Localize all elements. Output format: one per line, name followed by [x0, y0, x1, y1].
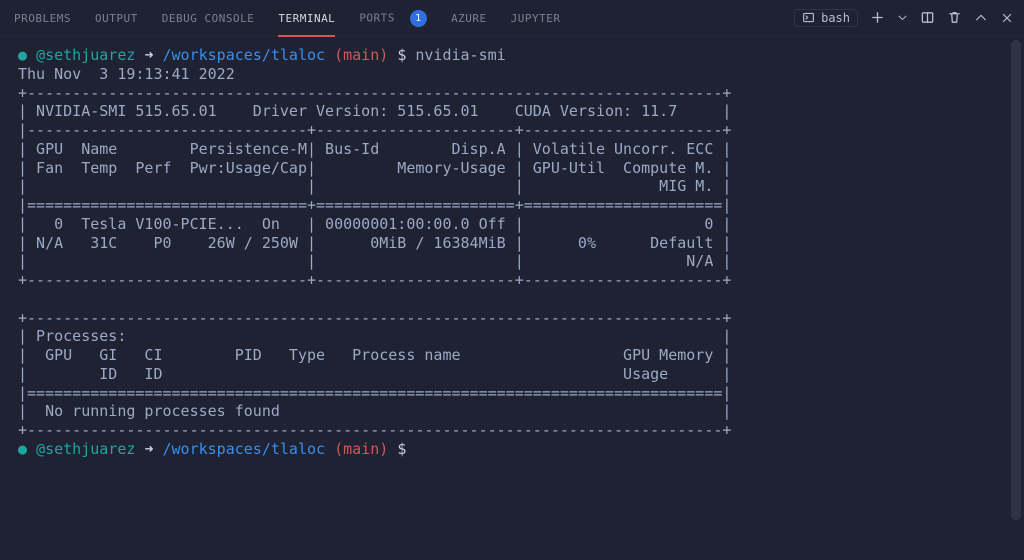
prompt-user: @sethjuarez — [36, 46, 135, 64]
panel-tabs: PROBLEMS OUTPUT DEBUG CONSOLE TERMINAL P… — [14, 2, 561, 34]
panel-header: PROBLEMS OUTPUT DEBUG CONSOLE TERMINAL P… — [0, 0, 1024, 36]
prompt-sigil: $ — [397, 46, 406, 64]
prompt-arrow: ➜ — [144, 440, 153, 458]
tab-jupyter[interactable]: JUPYTER — [511, 4, 561, 32]
prompt-branch-close: ) — [379, 46, 388, 64]
scrollbar[interactable] — [1011, 40, 1021, 520]
tab-azure[interactable]: AZURE — [451, 4, 487, 32]
command-output: Thu Nov 3 19:13:41 2022 +---------------… — [18, 65, 1006, 440]
trash-icon — [947, 10, 962, 25]
prompt-branch: main — [343, 46, 379, 64]
new-terminal-button[interactable] — [870, 10, 885, 25]
prompt-branch-close: ) — [379, 440, 388, 458]
plus-icon — [870, 10, 885, 25]
terminal-icon — [802, 11, 815, 24]
tab-problems[interactable]: PROBLEMS — [14, 4, 71, 32]
prompt-branch: main — [343, 440, 379, 458]
split-icon — [920, 10, 935, 25]
tab-terminal[interactable]: TERMINAL — [278, 4, 335, 32]
prompt-sigil: $ — [397, 440, 406, 458]
prompt-path: /workspaces/tlaloc — [163, 440, 326, 458]
prompt-branch-open: ( — [334, 440, 343, 458]
tab-ports[interactable]: PORTS 1 — [359, 2, 427, 34]
close-icon — [1000, 11, 1014, 25]
shell-selector[interactable]: bash — [794, 9, 858, 27]
prompt-line-2: ● @sethjuarez ➜ /workspaces/tlaloc (main… — [18, 440, 1006, 459]
status-dot: ● — [18, 46, 27, 64]
prompt-arrow: ➜ — [144, 46, 153, 64]
split-terminal-button[interactable] — [920, 10, 935, 25]
prompt-command: nvidia-smi — [415, 46, 505, 64]
prompt-path: /workspaces/tlaloc — [163, 46, 326, 64]
ports-badge: 1 — [410, 10, 427, 27]
shell-name: bash — [821, 11, 850, 25]
prompt-branch-open: ( — [334, 46, 343, 64]
status-dot: ● — [18, 440, 27, 458]
tab-debug-console[interactable]: DEBUG CONSOLE — [162, 4, 255, 32]
terminal-body[interactable]: ● @sethjuarez ➜ /workspaces/tlaloc (main… — [0, 36, 1024, 467]
launch-profile-dropdown[interactable] — [897, 12, 908, 23]
close-panel-button[interactable] — [1000, 11, 1014, 25]
tab-output[interactable]: OUTPUT — [95, 4, 138, 32]
kill-terminal-button[interactable] — [947, 10, 962, 25]
prompt-user: @sethjuarez — [36, 440, 135, 458]
tab-ports-label: PORTS — [359, 11, 395, 24]
chevron-up-icon — [974, 11, 988, 25]
terminal-actions: bash — [794, 9, 1014, 27]
maximize-panel-button[interactable] — [974, 11, 988, 25]
prompt-line-1: ● @sethjuarez ➜ /workspaces/tlaloc (main… — [18, 46, 1006, 65]
chevron-down-icon — [897, 12, 908, 23]
